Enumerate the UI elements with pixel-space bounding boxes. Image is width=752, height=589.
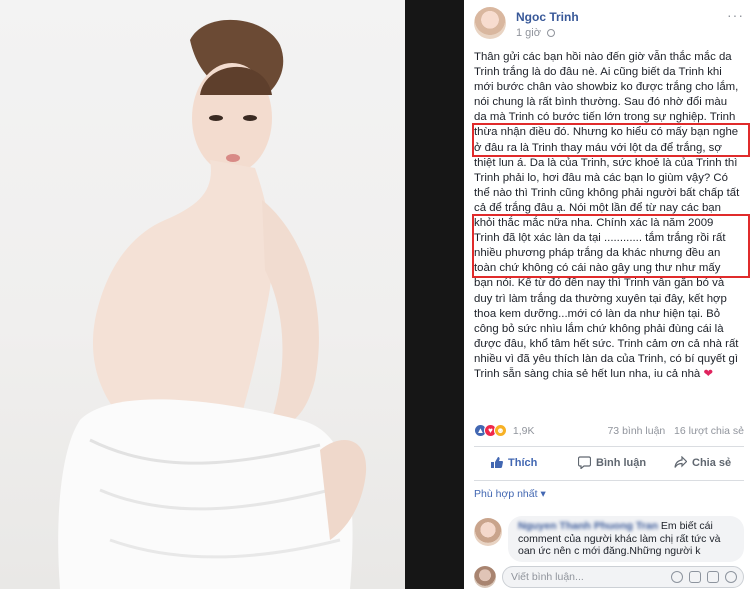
post-line: bạn nói. Kể từ đó đến nay thì Trinh vẫn … [474, 277, 725, 290]
comment-count[interactable]: 73 bình luận [607, 425, 665, 437]
heart-icon: ❤ [703, 367, 713, 380]
like-button[interactable]: Thích [490, 456, 537, 469]
gif-icon[interactable] [707, 571, 719, 583]
post-line: mới bước chân vào showbiz ko được trắng … [474, 81, 739, 94]
post-line: Thân gửi các bạn hồi nào đến giờ vẫn thắ… [474, 51, 732, 63]
comment-icon [578, 456, 591, 469]
post-line-last: Trinh sẵn sàng chia sẻ hết lun nha, iu c… [474, 367, 750, 382]
post-line: công bỏ sức nhìu lắm chứ không phải đùng… [474, 322, 724, 335]
comment-input[interactable]: Viết bình luận... [502, 566, 744, 588]
globe-icon [547, 29, 556, 37]
engagement-stats: 73 bình luận 16 lượt chia sẻ [607, 425, 744, 437]
comment-text: oan ức nên c mới đăng.Những người k [518, 545, 701, 557]
share-icon [674, 456, 687, 468]
post-header: Ngoc Trinh 1 giờ ··· [474, 7, 744, 41]
sticker-icon[interactable] [725, 571, 737, 583]
comment-placeholder: Viết bình luận... [511, 571, 584, 583]
comment-button[interactable]: Bình luận [578, 456, 646, 469]
highlight-box-2 [472, 214, 750, 278]
divider [474, 480, 744, 481]
like-label: Thích [508, 456, 538, 469]
commenter-avatar[interactable] [474, 518, 502, 546]
camera-icon[interactable] [689, 571, 701, 583]
comment-bubble: Nguyen Thanh Phuong Tran Em biết cái com… [508, 516, 744, 562]
emoji-icon[interactable] [671, 571, 683, 583]
reaction-count[interactable]: 1,9K [513, 425, 535, 437]
photo-illustration [58, 19, 367, 589]
post-photo[interactable] [0, 0, 405, 589]
comment-text: Em biết cái [660, 520, 713, 532]
commenter-name[interactable]: Nguyen Thanh Phuong Tran [518, 520, 658, 532]
post-line: được đâu, khổ tâm hết sức. Trinh cảm ơn … [474, 337, 739, 350]
chevron-down-icon: ▾ [540, 488, 546, 500]
post-line: nhiều vì đã yêu thích làn da của Trinh, … [474, 352, 739, 365]
haha-reaction-icon: ☻ [494, 424, 507, 437]
post-actions: Thích Bình luận Chia sẻ [474, 452, 744, 476]
post-line: Trinh trắng là do đâu nè. Ai cũng biết d… [474, 66, 722, 79]
post-timestamp[interactable]: 1 giờ [516, 27, 556, 39]
comment-text: comment của người khác làm chị rất tức v… [518, 532, 721, 545]
post-line: thiệt lun á. Da là của Trinh, sức khoẻ l… [474, 156, 738, 169]
thumbs-up-icon [491, 457, 503, 468]
share-count[interactable]: 16 lượt chia sẻ [674, 425, 744, 437]
share-label: Chia sẻ [692, 456, 732, 469]
post-line: nói chung là rất bình thường. Sau đó nhờ… [474, 96, 728, 109]
time-label: 1 giờ [516, 27, 541, 39]
comment-sort-dropdown[interactable]: Phù hợp nhất ▾ [474, 488, 546, 500]
post-line: thoa kem dưỡng...mới có làn da như hiện … [474, 307, 721, 320]
post-line: thể nào thì Trinh cũng không phải người … [474, 186, 740, 199]
post-line: duy trì làm trắng da thường xuyên tại đâ… [474, 292, 727, 305]
author-avatar[interactable] [474, 7, 506, 39]
highlight-box-1 [472, 123, 750, 157]
post-line: Trinh phải lo, hơi đâu mà các bạn lo giù… [474, 171, 728, 184]
post-panel: Ngoc Trinh 1 giờ ··· Thân gửi các bạn hồ… [464, 0, 752, 589]
author-name[interactable]: Ngoc Trinh [516, 10, 579, 24]
reactions-bar: ▲ ♥ ☻ 1,9K 73 bình luận 16 lượt chia sẻ [474, 424, 744, 440]
comment-item: Nguyen Thanh Phuong Tran Em biết cái com… [474, 516, 744, 566]
more-options-icon[interactable]: ··· [727, 7, 744, 23]
current-user-avatar [474, 566, 496, 588]
comment-first-line: Nguyen Thanh Phuong Tran Em biết cái [518, 520, 734, 533]
composer-icons [671, 571, 737, 583]
comment-label: Bình luận [596, 456, 647, 469]
divider [474, 446, 744, 447]
share-button[interactable]: Chia sẻ [674, 456, 731, 469]
viewer-divider [405, 0, 464, 589]
post-line: Trinh sẵn sàng chia sẻ hết lun nha, iu c… [474, 367, 701, 380]
sort-label: Phù hợp nhất [474, 488, 538, 500]
comment-composer: Viết bình luận... [474, 566, 744, 588]
